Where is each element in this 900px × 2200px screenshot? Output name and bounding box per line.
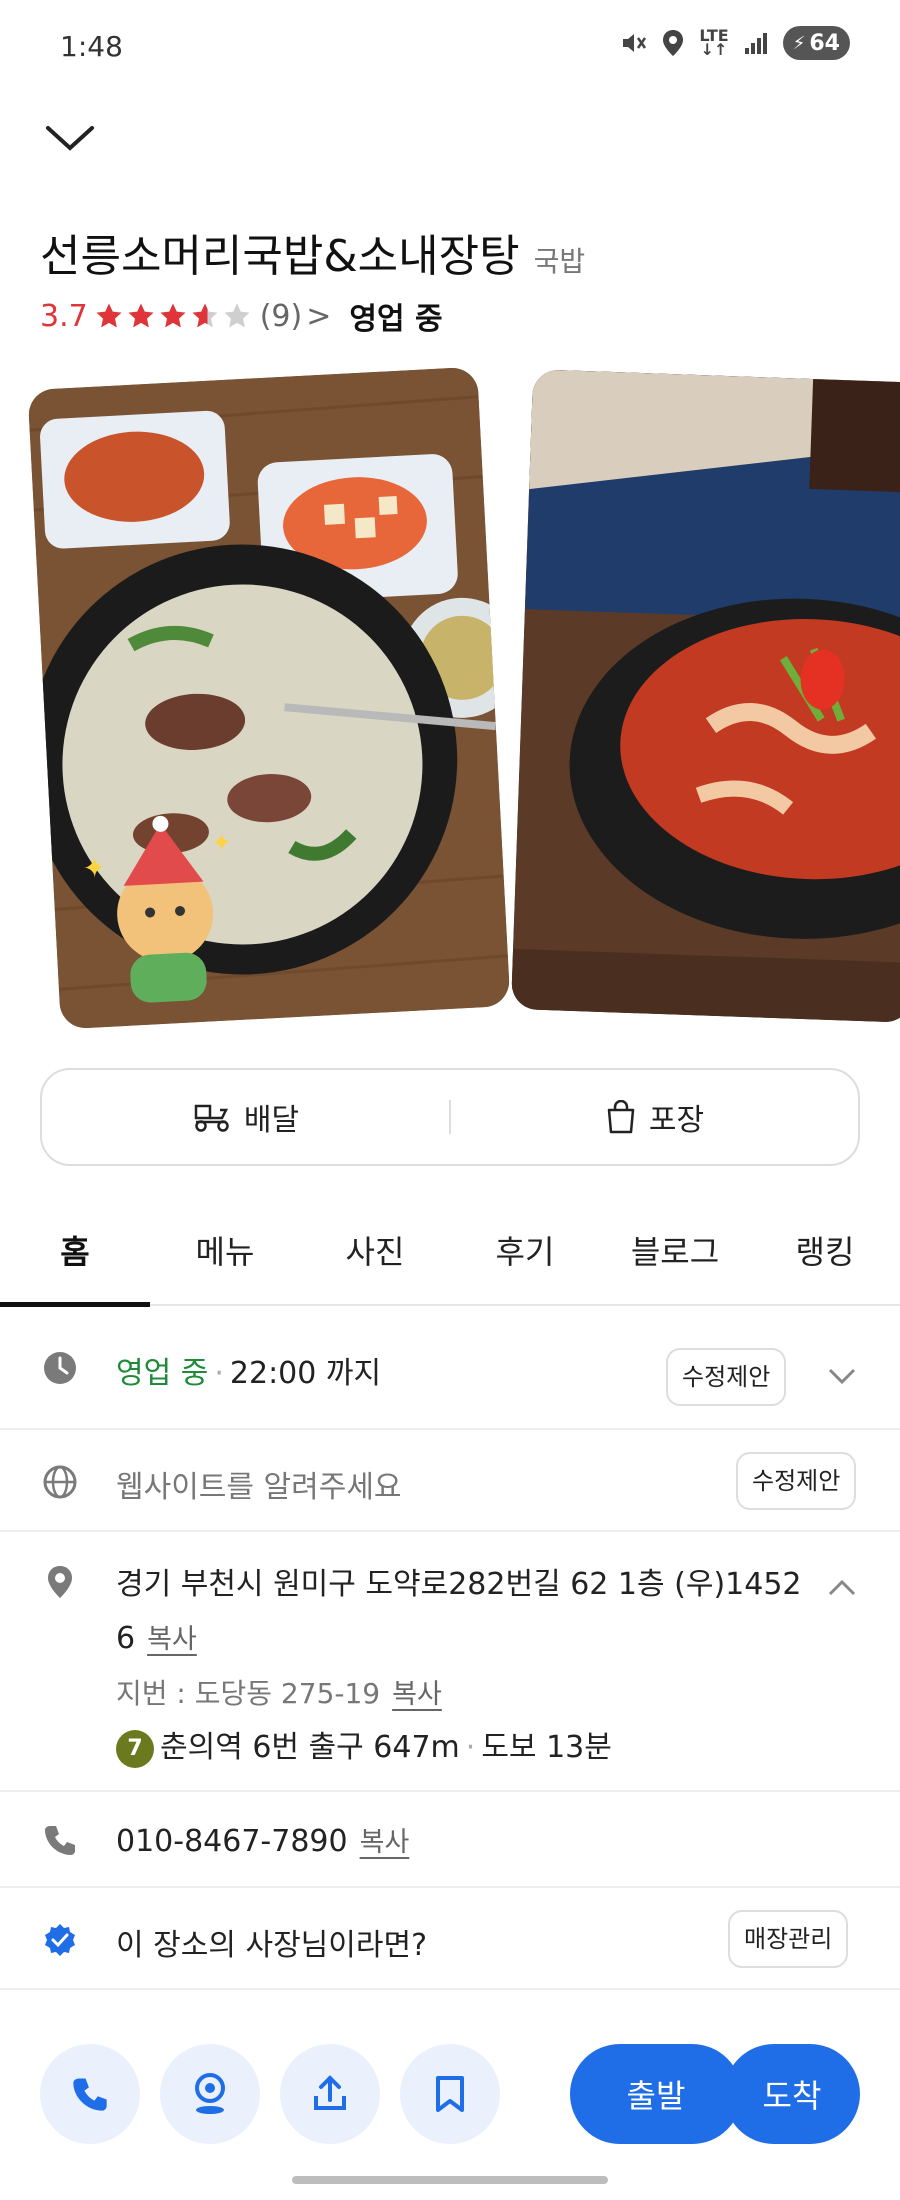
subway-info: 7 춘의역 6번 출구 647m · 도보 13분 [116,1722,612,1768]
shopping-bag-icon [607,1100,635,1134]
order-options: 배달 포장 [40,1068,860,1166]
status-time: 1:48 [60,30,123,63]
photo-gukbap[interactable]: ✦ ✦ [27,366,511,1030]
call-button[interactable] [40,2044,140,2144]
hours-suggest-button[interactable]: 수정제안 [666,1348,787,1406]
address-copy-link[interactable]: 복사 [147,1624,197,1655]
share-button[interactable] [280,2044,380,2144]
takeout-label: 포장 [648,1103,705,1138]
phone-copy-link[interactable]: 복사 [360,1827,410,1858]
chevron-right-icon[interactable]: > [306,299,331,334]
phone-row: 010-8467-7890 복사 [0,1792,900,1888]
tab-home[interactable]: 홈 [0,1199,150,1307]
mute-icon [623,34,647,52]
svg-text:✦: ✦ [211,828,233,857]
website-row: 웹사이트를 알려주세요 수정제안 [0,1430,900,1532]
share-icon [314,2075,346,2110]
walk-time: 도보 13분 [481,1730,612,1765]
battery-level: 64 [809,30,840,56]
bookmark-icon [436,2076,464,2112]
subway-line-badge: 7 [116,1729,154,1768]
verified-badge-icon [45,1924,75,1956]
phone-icon [45,1826,75,1855]
chevron-down-icon[interactable] [42,118,98,158]
naejangtang-image [510,369,900,1023]
rating-value: 3.7 [40,298,88,334]
delivery-button[interactable]: 배달 [42,1095,449,1139]
separator-dot: · [465,1730,476,1765]
chevron-up-icon[interactable] [826,1578,858,1598]
photo-naejangtang[interactable] [510,369,900,1023]
depart-button[interactable]: 출발 [570,2044,742,2144]
arrive-button[interactable]: 도착 [724,2044,860,2144]
open-status: 영업 중 [349,302,443,337]
takeout-button[interactable]: 포장 [451,1095,858,1139]
streetview-icon [195,2073,225,2114]
address-row: 경기 부천시 원미구 도약로282번길 62 1층 (우)1452 6 복사 지번… [0,1532,900,1792]
star-empty-icon [224,303,250,328]
save-bookmark-button[interactable] [400,2044,500,2144]
place-name: 선릉소머리국밥&소내장탕 [40,231,520,282]
clock-icon [44,1352,76,1384]
website-prompt: 웹사이트를 알려주세요 [116,1470,402,1505]
place-category: 국밥 [533,245,586,278]
owner-row: 이 장소의 사장님이라면? 매장관리 [0,1888,900,1990]
signal-icon [744,33,767,54]
streetview-button[interactable] [160,2044,260,2144]
home-indicator[interactable] [292,2176,608,2184]
gukbap-image: ✦ ✦ [27,366,511,1030]
network-label: LTE [699,26,729,45]
location-pin-icon [48,1566,72,1598]
lot-copy-link[interactable]: 복사 [392,1679,442,1710]
phone-text: 010-8467-7890 복사 [116,1820,409,1859]
place-header: 선릉소머리국밥&소내장탕 국밥 [40,220,585,284]
tab-photos[interactable]: 사진 [300,1199,450,1305]
chevron-down-icon[interactable] [826,1366,858,1386]
star-icon [128,303,154,328]
delivery-scooter-icon [194,1104,229,1132]
location-icon [663,30,684,56]
phone-icon [73,2078,107,2111]
hours-text: 영업 중 · 22:00 까지 [116,1348,381,1392]
star-rating [94,301,252,331]
owner-prompt: 이 장소의 사장님이라면? [116,1928,427,1963]
tab-menu[interactable]: 메뉴 [150,1199,300,1305]
address-text: 경기 부천시 원미구 도약로282번길 62 1층 (우)1452 6 복사 [116,1558,802,1667]
status-icons: LTE ↓↑ ⚡ 64 [619,26,850,60]
lot-address-text: 지번 : 도당동 275-19 [116,1677,381,1710]
review-count[interactable]: (9) [260,299,303,334]
star-half-icon [192,303,218,328]
hours-until: 22:00 까지 [229,1356,382,1391]
address-line2: 6 [116,1621,136,1656]
tab-blog[interactable]: 블로그 [600,1199,750,1305]
hours-status: 영업 중 [116,1356,209,1391]
star-icon [160,303,186,328]
lte-icon: LTE ↓↑ [699,26,729,59]
tab-reviews[interactable]: 후기 [450,1199,600,1305]
separator-dot: · [214,1356,224,1391]
store-manage-button[interactable]: 매장관리 [728,1910,849,1968]
star-icon [96,303,122,328]
bottom-action-bar: 출발 도착 [0,2024,900,2164]
battery-icon: ⚡ 64 [782,26,850,60]
rating-row[interactable]: 3.7 (9) > 영업 중 [40,294,443,338]
phone-number[interactable]: 010-8467-7890 [116,1824,348,1859]
lot-address: 지번 : 도당동 275-19 복사 [116,1672,442,1712]
delivery-label: 배달 [243,1103,300,1138]
hours-row[interactable]: 영업 중 · 22:00 까지 수정제안 [0,1308,900,1430]
address-line1: 경기 부천시 원미구 도약로282번길 62 1층 (우)1452 [116,1567,802,1602]
tab-ranking[interactable]: 랭킹 [750,1199,900,1305]
subway-text: 춘의역 6번 출구 647m [160,1730,460,1765]
svg-text:✦: ✦ [82,851,107,885]
status-bar: 1:48 LTE ↓↑ ⚡ 64 [0,0,900,90]
tab-bar: 홈 메뉴 사진 후기 블로그 랭킹 [0,1199,900,1307]
globe-icon [43,1465,77,1499]
website-suggest-button[interactable]: 수정제안 [736,1452,857,1510]
